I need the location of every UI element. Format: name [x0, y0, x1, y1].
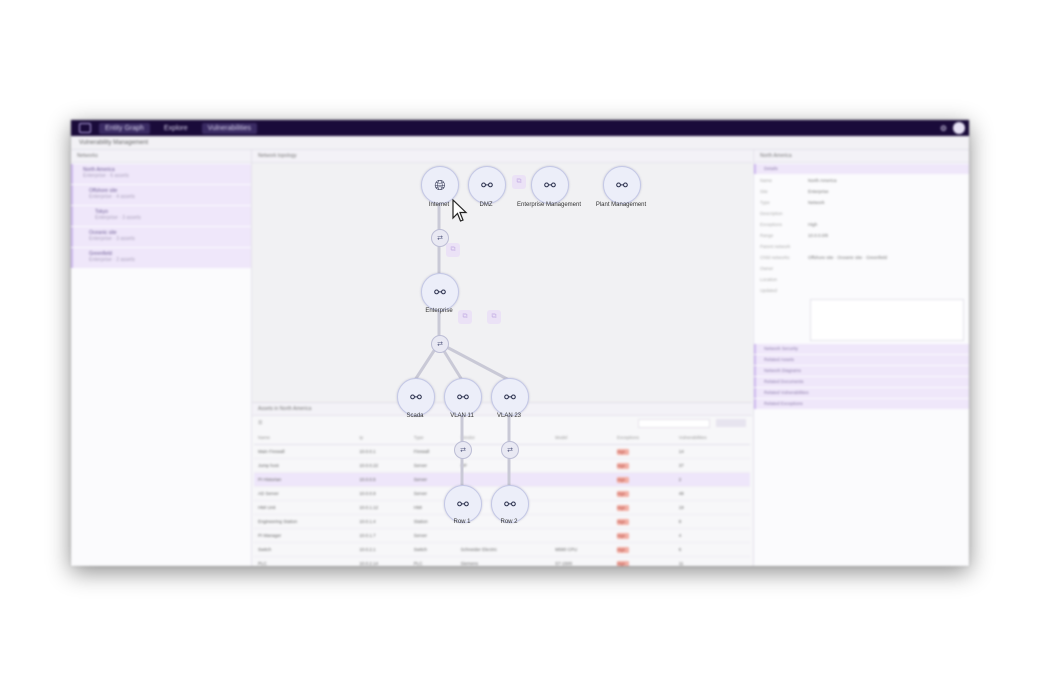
router-icon[interactable]: ⇄ [431, 335, 449, 353]
router-icon[interactable]: ⇄ [431, 229, 449, 247]
ghost-node-icon: ⧉ [458, 310, 472, 324]
network-icon: ⚯ [434, 283, 446, 300]
network-icon: ⚯ [504, 388, 516, 405]
router-icon[interactable]: ⇄ [454, 441, 472, 459]
node-vlan-11[interactable]: ⚯ [444, 378, 482, 416]
network-icon: ⚯ [504, 495, 516, 512]
ghost-node-icon: ⧉ [487, 310, 501, 324]
node-row-1[interactable]: ⚯ [444, 485, 482, 523]
network-icon: ⚯ [410, 388, 422, 405]
mouse-cursor-icon [452, 199, 468, 222]
node-plant-management[interactable]: ⚯ [603, 166, 641, 204]
node-scada[interactable]: ⚯ [397, 378, 435, 416]
topology-edges [413, 202, 511, 485]
globe-icon: 🌐︎ [434, 176, 446, 193]
network-icon: ⚯ [616, 176, 628, 193]
network-icon: ⚯ [544, 176, 556, 193]
node-label-plant-management: Plant Management [595, 202, 647, 208]
node-label-row-1: Row 1 [453, 519, 471, 525]
node-enterprise-management[interactable]: ⚯ [531, 166, 569, 204]
ghost-node-icon: ⧉ [446, 243, 460, 257]
node-label-dmz: DMZ [479, 202, 493, 208]
node-label-scada: Scada [406, 413, 424, 419]
router-icon[interactable]: ⇄ [501, 441, 519, 459]
network-icon: ⚯ [457, 495, 469, 512]
node-enterprise[interactable]: ⚯ [421, 273, 459, 311]
node-label-row-2: Row 2 [500, 519, 518, 525]
node-vlan-23[interactable]: ⚯ [491, 378, 529, 416]
node-label-internet: Internet [428, 202, 450, 208]
ghost-node-icon: ⧉ [512, 175, 526, 189]
node-dmz[interactable]: ⚯ [468, 166, 506, 204]
node-label-enterprise-management: Enterprise Management [516, 202, 582, 208]
node-label-enterprise: Enterprise [425, 308, 453, 314]
node-label-vlan-11: VLAN 11 [450, 413, 474, 419]
node-row-2[interactable]: ⚯ [491, 485, 529, 523]
node-label-vlan-23: VLAN 23 [496, 413, 522, 419]
network-icon: ⚯ [457, 388, 469, 405]
network-icon: ⚯ [481, 176, 493, 193]
